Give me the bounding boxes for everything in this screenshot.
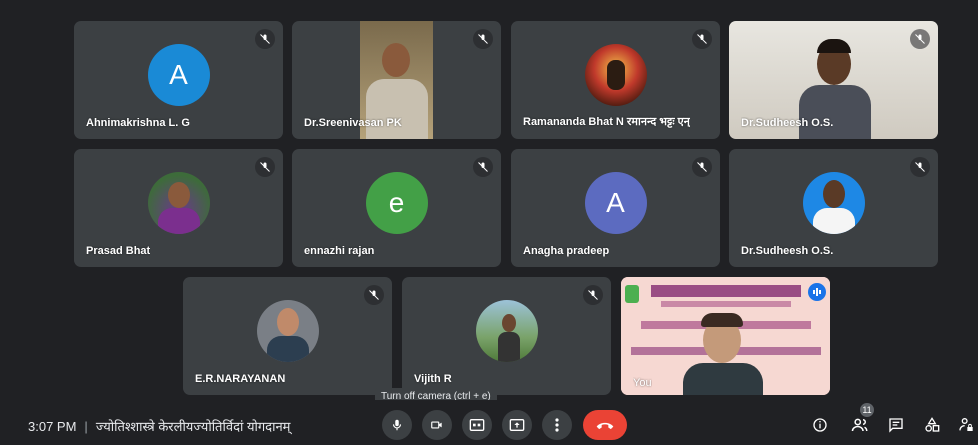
participant-tile[interactable]: Dr.Sudheesh O.S. [729,149,938,267]
avatar: A [584,172,647,234]
participant-name: ennazhi rajan [304,245,375,257]
mic-muted-icon [692,157,712,177]
meeting-info: 3:07 PM | ज्योतिश्शास्त्रे केरलीयज्योतिर्व… [28,417,290,435]
participant-name: Prasad Bhat [86,245,151,257]
mic-muted-icon [255,29,275,49]
participant-name: Dr.Sreenivasan PK [304,117,402,129]
info-icon [813,418,827,432]
present-button[interactable] [502,410,532,440]
captions-button[interactable] [462,410,492,440]
video-feed [621,277,830,395]
avatar [147,172,210,234]
participant-tile[interactable]: Dr.Sreenivasan PK [292,21,501,139]
microphone-icon [392,419,402,431]
mic-muted-icon [910,157,930,177]
participant-name: Ramananda Bhat N रमानन्द भट्टः एन् [523,116,690,128]
participant-tile[interactable]: A Ahnimakrishna L. G [74,21,283,139]
participant-tile[interactable]: Dr.Sudheesh O.S. [729,21,938,139]
separator: | [84,419,88,434]
captions-icon [469,419,485,431]
present-icon [509,419,525,431]
mic-muted-icon [255,157,275,177]
avatar [802,172,865,234]
participant-name: Anagha pradeep [523,245,610,257]
mic-muted-icon [910,29,930,49]
activities-icon [925,417,940,432]
mic-muted-icon [473,157,493,177]
avatar [584,44,647,106]
chat-button[interactable] [885,414,907,436]
meeting-title: ज्योतिश्शास्त्रे केरलीयज्योतिर्विदां योग… [95,419,291,434]
participant-name: Vijith R [414,373,452,385]
participant-tile[interactable]: A Anagha pradeep [511,149,720,267]
participant-name: You [633,377,652,389]
people-icon [851,418,868,432]
more-vert-icon [555,418,559,432]
participant-count-badge: 11 [859,402,875,418]
mic-muted-icon [473,29,493,49]
participant-name: Dr.Sudheesh O.S. [741,117,834,129]
meeting-time: 3:07 PM [28,419,77,434]
self-view-tile[interactable]: You [621,277,830,395]
participant-tile[interactable]: Vijith R [402,277,611,395]
speaking-indicator-icon [808,283,826,301]
leave-call-button[interactable] [583,410,627,440]
camera-icon [431,421,442,429]
mic-muted-icon [583,285,603,305]
camera-button[interactable] [422,410,452,440]
participant-name: Ahnimakrishna L. G [86,117,190,129]
participant-tile[interactable]: E.R.NARAYANAN [183,277,392,395]
avatar [475,300,538,362]
avatar: A [147,44,210,106]
avatar [256,300,319,362]
participant-name: Dr.Sudheesh O.S. [741,245,834,257]
participant-name: E.R.NARAYANAN [195,373,286,385]
participant-tile[interactable]: e ennazhi rajan [292,149,501,267]
mic-muted-icon [364,285,384,305]
activities-button[interactable] [921,414,943,436]
control-bar: 3:07 PM | ज्योतिश्शास्त्रे केरलीयज्योतिर्व… [0,400,978,445]
microphone-button[interactable] [382,410,412,440]
participant-tile[interactable]: Prasad Bhat [74,149,283,267]
more-options-button[interactable] [542,410,572,440]
phone-hangup-icon [596,422,614,430]
lock-person-icon [959,418,973,431]
avatar: e [365,172,428,234]
chat-icon [889,418,903,433]
participant-grid: A Ahnimakrishna L. G Dr.Sreenivasan PK R… [0,0,978,400]
participant-tile[interactable]: Ramananda Bhat N रमानन्द भट्टः एन् [511,21,720,139]
host-controls-button[interactable] [955,414,977,436]
mic-muted-icon [692,29,712,49]
meeting-details-button[interactable] [809,414,831,436]
